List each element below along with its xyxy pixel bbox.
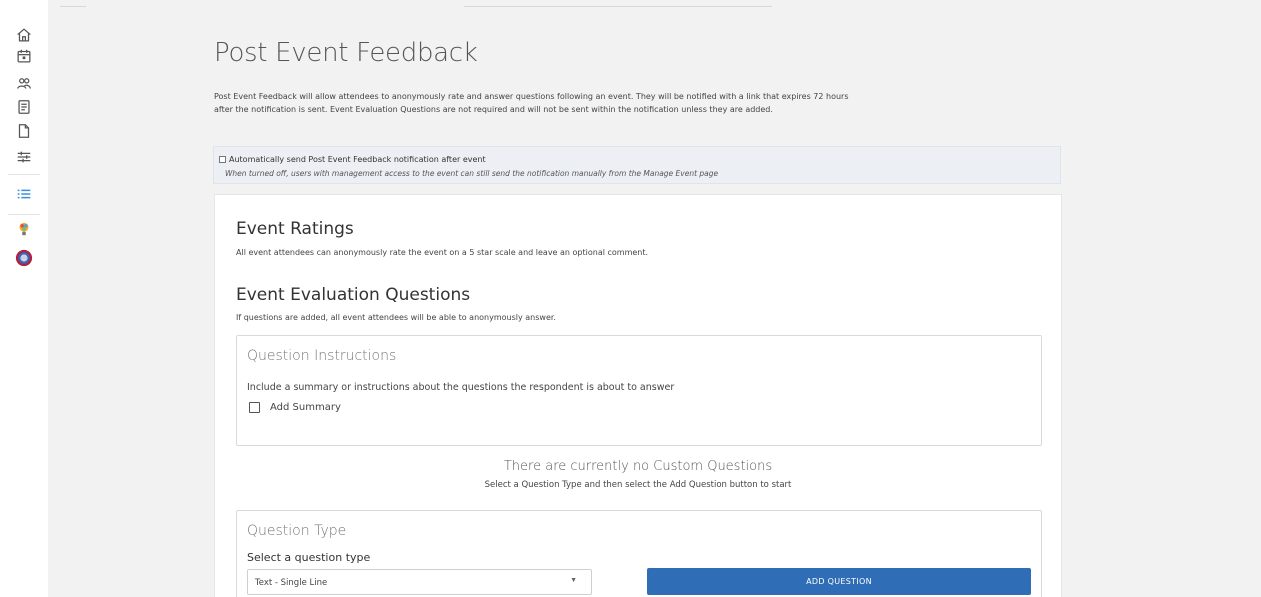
file-icon[interactable] — [14, 121, 34, 141]
sliders-icon[interactable] — [14, 147, 34, 167]
list-icon[interactable] — [14, 184, 34, 204]
auto-send-label: Automatically send Post Event Feedback n… — [229, 155, 486, 164]
page-title: Post Event Feedback — [214, 38, 478, 68]
top-edge-line — [60, 6, 86, 7]
evaluation-title: Event Evaluation Questions — [236, 285, 471, 305]
home-icon[interactable] — [14, 25, 34, 45]
intro-text: Post Event Feedback will allow attendees… — [214, 92, 849, 114]
question-type-title: Question Type — [247, 523, 347, 539]
auto-send-checkbox[interactable] — [219, 156, 226, 163]
sidebar-divider — [8, 214, 40, 215]
add-question-button[interactable]: ADD QUESTION — [647, 568, 1031, 595]
main-content: Post Event Feedback Post Event Feedback … — [48, 0, 1261, 597]
question-type-panel: Question Type Select a question type Tex… — [236, 510, 1042, 597]
caret-down-icon: ▼ — [570, 577, 577, 584]
auto-send-help: When turned off, users with management a… — [225, 169, 719, 178]
people-icon[interactable] — [14, 74, 34, 94]
question-type-select[interactable]: Text - Single Line ▼ — [247, 569, 592, 595]
evaluation-description: If questions are added, all event attend… — [236, 313, 556, 322]
ratings-title: Event Ratings — [236, 219, 354, 239]
lightbulb-app-icon[interactable] — [14, 219, 34, 239]
ratings-description: All event attendees can anonymously rate… — [236, 248, 649, 257]
sidebar-divider — [8, 174, 40, 175]
question-type-label: Select a question type — [247, 551, 371, 564]
add-summary-label: Add Summary — [270, 402, 341, 413]
feedback-card: Event Ratings All event attendees can an… — [214, 194, 1062, 597]
question-instructions-panel: Question Instructions Include a summary … — [236, 335, 1042, 446]
add-summary-row[interactable]: Add Summary — [249, 402, 341, 413]
add-summary-checkbox[interactable] — [249, 402, 260, 413]
auto-send-row[interactable]: Automatically send Post Event Feedback n… — [219, 155, 486, 164]
empty-state-subtitle: Select a Question Type and then select t… — [484, 480, 792, 490]
calendar-icon[interactable] — [14, 46, 34, 66]
question-instructions-title: Question Instructions — [247, 348, 397, 364]
badge-app-icon[interactable] — [14, 248, 34, 268]
sidebar — [0, 0, 48, 597]
question-type-selected: Text - Single Line — [255, 578, 328, 588]
question-instructions-text: Include a summary or instructions about … — [247, 382, 675, 393]
top-edge-line — [464, 6, 772, 7]
document-icon[interactable] — [14, 97, 34, 117]
auto-send-box: Automatically send Post Event Feedback n… — [213, 146, 1061, 184]
empty-state-title: There are currently no Custom Questions — [503, 459, 773, 474]
